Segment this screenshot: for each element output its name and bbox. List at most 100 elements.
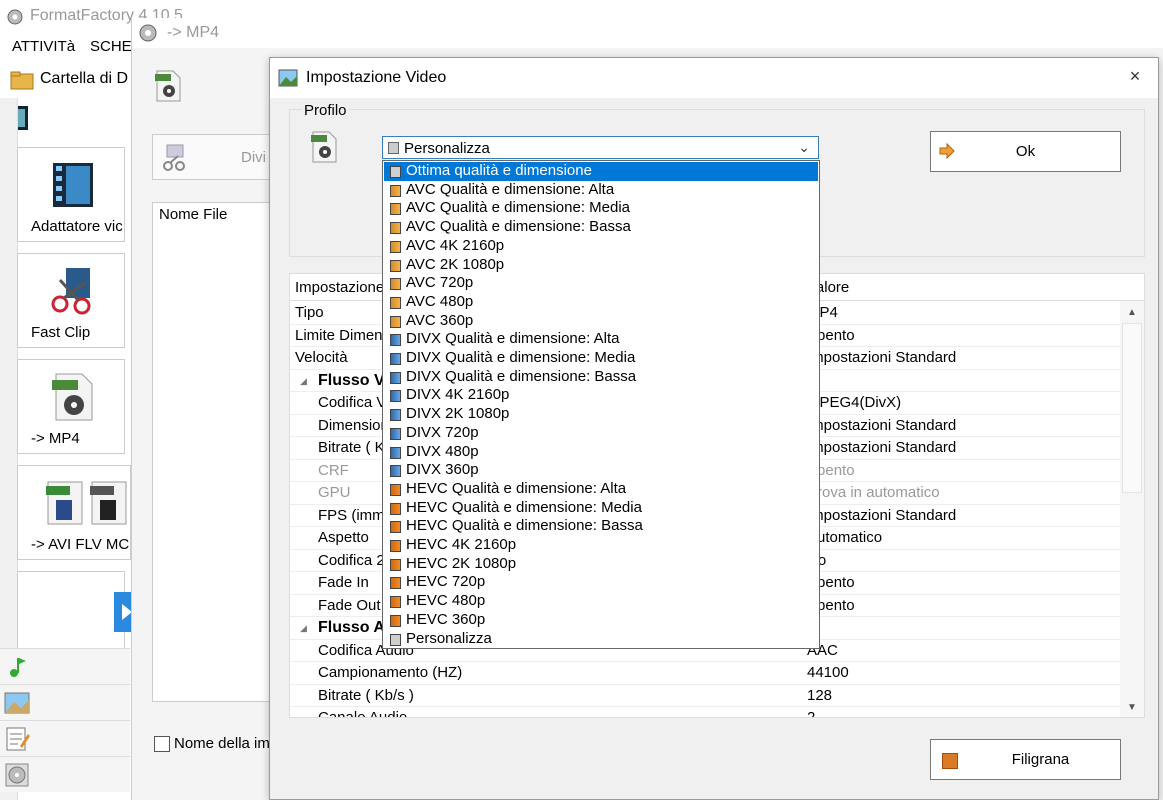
ok-label: Ok — [1015, 143, 1036, 160]
menu-attivita[interactable]: ATTIVITà — [12, 38, 75, 55]
tile-fast-clip[interactable]: Fast Clip — [17, 253, 125, 348]
dropdown-option[interactable]: AVC 360p — [384, 312, 818, 331]
folder-icon — [10, 71, 34, 90]
collapse-triangle-icon[interactable]: ◢ — [300, 623, 307, 634]
dropdown-option[interactable]: AVC 480p — [384, 293, 818, 312]
scissors-film-icon — [51, 268, 91, 315]
dropdown-option-label: AVC Qualità e dimensione: Alta — [406, 180, 615, 198]
category-audio[interactable] — [0, 648, 130, 684]
dropdown-option-label: HEVC 480p — [406, 592, 486, 610]
dropdown-option-label: HEVC 2K 1080p — [406, 554, 517, 572]
hevc-profile-icon — [390, 614, 401, 627]
close-icon[interactable]: × — [1124, 66, 1146, 88]
tile-label: Fast Clip — [31, 324, 91, 341]
dropdown-option[interactable]: Personalizza — [384, 630, 818, 649]
divide-button[interactable]: Divi — [152, 134, 272, 180]
grid-row[interactable]: Bitrate ( Kb/s ) 128 — [290, 685, 1120, 707]
output-folder-label: Cartella di D — [40, 70, 129, 87]
dropdown-option[interactable]: DIVX 480p — [384, 443, 818, 462]
dropdown-option[interactable]: HEVC 360p — [384, 611, 818, 630]
dropdown-option-label: HEVC 4K 2160p — [406, 536, 517, 553]
profile-dropdown-list: Ottima qualità e dimensione AVC Qualità e… — [382, 160, 820, 649]
dropdown-option[interactable]: AVC Qualità e dimensione: Bassa — [384, 218, 818, 237]
category-disc[interactable] — [0, 756, 130, 792]
grid-row-key: Canale Audio — [318, 709, 408, 718]
name-checkbox-label: Nome della imp — [174, 735, 279, 752]
grid-row-value: MPEG4(DivX) — [807, 394, 902, 411]
output-folder-button[interactable]: Cartella di D — [0, 62, 140, 98]
tile-avi-flv[interactable]: -> AVI FLV MC — [17, 465, 131, 560]
scroll-up-icon[interactable]: ▲ — [1127, 307, 1137, 318]
collapse-triangle-icon[interactable]: ◢ — [300, 376, 307, 387]
grid-row-value: 2 — [807, 709, 816, 718]
scissors-icon — [163, 144, 185, 171]
chevron-down-icon[interactable]: ⌄ — [798, 139, 810, 156]
dropdown-option[interactable]: HEVC Qualità e dimensione: Media — [384, 499, 818, 518]
film-icon — [53, 163, 93, 207]
name-checkbox[interactable] — [154, 736, 170, 752]
ok-button[interactable]: Ok — [930, 131, 1121, 172]
mp4-file-icon — [155, 70, 181, 102]
grid-row-key: Velocità — [295, 349, 348, 366]
dialog-title-bar: Impostazione Video × — [270, 58, 1158, 98]
avc-profile-icon — [390, 203, 401, 216]
app-icon — [139, 24, 157, 42]
dropdown-option[interactable]: HEVC Qualità e dimensione: Bassa — [384, 517, 818, 536]
file-list[interactable]: Nome File — [152, 202, 272, 702]
category-document[interactable] — [0, 720, 130, 756]
dropdown-option[interactable]: AVC Qualità e dimensione: Alta — [384, 181, 818, 200]
dialog-title: Impostazione Video — [306, 69, 447, 86]
dropdown-option[interactable]: AVC 720p — [384, 274, 818, 293]
grid-row-value: 44100 — [807, 664, 849, 681]
scroll-down-icon[interactable]: ▼ — [1127, 702, 1137, 713]
hevc-profile-icon — [390, 577, 401, 590]
category-picture[interactable] — [0, 684, 130, 720]
grid-row[interactable]: Campionamento (HZ) 44100 — [290, 662, 1120, 685]
dropdown-option[interactable]: AVC 2K 1080p — [384, 256, 818, 275]
profile-combobox[interactable]: Personalizza ⌄ — [382, 136, 819, 159]
dropdown-option[interactable]: HEVC 2K 1080p — [384, 555, 818, 574]
dropdown-option[interactable]: HEVC 4K 2160p — [384, 536, 818, 555]
grid-row-key: Fade Out — [318, 596, 381, 614]
mp4-file-icon — [52, 373, 93, 421]
scroll-thumb[interactable] — [1122, 323, 1142, 493]
dropdown-option-label: Ottima qualità e dimensione — [406, 162, 592, 179]
grid-row-key: Bitrate ( Kb/s ) — [318, 686, 414, 704]
hevc-profile-icon — [390, 502, 401, 515]
grid-row-key: Tipo — [295, 304, 324, 321]
grid-row[interactable]: Canale Audio 2 — [290, 707, 1120, 718]
grid-scrollbar[interactable]: ▲ ▼ — [1120, 301, 1144, 717]
mp4-file-icon — [311, 131, 337, 163]
gen-profile-icon — [390, 633, 401, 646]
dropdown-option[interactable]: HEVC 720p — [384, 573, 818, 592]
divx-profile-icon — [390, 427, 401, 440]
dropdown-option[interactable]: DIVX Qualità e dimensione: Alta — [384, 330, 818, 349]
avc-profile-icon — [390, 278, 401, 291]
dropdown-option[interactable]: DIVX Qualità e dimensione: Bassa — [384, 368, 818, 387]
dropdown-option-label: HEVC Qualità e dimensione: Bassa — [406, 517, 643, 535]
menu-schede[interactable]: SCHE — [90, 38, 132, 55]
dropdown-option[interactable]: DIVX 360p — [384, 461, 818, 480]
mp4-title-bar: -> MP4 — [132, 18, 1163, 48]
dropdown-option[interactable]: AVC 4K 2160p — [384, 237, 818, 256]
dropdown-option[interactable]: DIVX 2K 1080p — [384, 405, 818, 424]
hevc-profile-icon — [390, 540, 401, 552]
divx-profile-icon — [390, 334, 401, 347]
dropdown-option[interactable]: DIVX 4K 2160p — [384, 386, 818, 405]
dropdown-option[interactable]: HEVC Qualità e dimensione: Alta — [384, 480, 818, 499]
avc-profile-icon — [390, 259, 401, 272]
filigrana-button[interactable]: Filigrana — [930, 739, 1121, 780]
tile-adattatore-video[interactable]: Adattatore vic — [17, 147, 125, 242]
dropdown-option[interactable]: HEVC 480p — [384, 592, 818, 611]
grid-row-key: Flusso A — [318, 619, 385, 636]
grid-row-key: CRF — [318, 461, 349, 479]
dropdown-option[interactable]: Ottima qualità e dimensione — [384, 162, 818, 181]
dropdown-option[interactable]: AVC Qualità e dimensione: Media — [384, 199, 818, 218]
tile-to-mp4[interactable]: -> MP4 — [17, 359, 125, 454]
dropdown-option[interactable]: DIVX Qualità e dimensione: Media — [384, 349, 818, 368]
grid-row-key: Campionamento (HZ) — [318, 664, 463, 681]
divx-profile-icon — [390, 390, 401, 403]
file-list-header: Nome File — [159, 206, 228, 223]
grid-row-value: 128 — [807, 686, 833, 704]
dropdown-option[interactable]: DIVX 720p — [384, 424, 818, 443]
